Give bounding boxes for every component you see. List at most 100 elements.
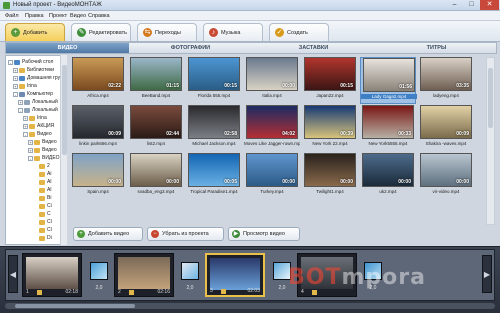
video-item[interactable]: 01:56 Lady Gaga2.mp4 [360,57,417,104]
video-thumbnail[interactable]: 02:44 [130,105,182,139]
video-item[interactable]: 00:15 Japan22.mp4 [302,57,358,104]
video-thumbnail[interactable]: 00:00 [246,57,298,91]
video-thumbnail[interactable]: 00:00 [304,153,356,187]
toolbar-tab-0[interactable]: + Добавить [5,23,65,41]
menu-item-3[interactable]: Видео [70,13,86,19]
toolbar-tab-3[interactable]: ♪ Музыка [203,23,263,41]
video-item[interactable]: 00:00 Twilight1.mp4 [302,153,358,200]
timeline-next-button[interactable]: ▶ [482,255,492,293]
expand-icon[interactable]: + [23,115,28,121]
video-thumbnail[interactable]: 00:00 [72,153,124,187]
tree-item[interactable]: Di [33,234,52,242]
video-thumbnail[interactable]: 00:15 [188,57,240,91]
tab-video[interactable]: ВИДЕО [6,43,129,53]
tree-item[interactable]: + Irina [13,82,37,90]
tree-item[interactable]: + Irina [23,114,47,122]
expand-icon[interactable]: + [28,139,33,145]
tree-item[interactable]: Cl [33,226,52,234]
video-thumbnail[interactable]: 00:33 [362,105,414,139]
video-item[interactable]: 00:05 Tropical Paradise1.mp4 [186,153,242,200]
video-item[interactable]: 00:00 Turkey.mp4 [244,153,300,200]
add-video-button[interactable]: + Добавить видео [73,227,143,241]
folder-tree[interactable]: - Рабочий стол + Библиотеки + Домашняя группа… [5,55,67,245]
video-item[interactable]: 02:58 Michael Jackson.mp4 [186,105,242,152]
tree-item[interactable]: Bi [33,194,51,202]
video-thumbnail[interactable]: 00:00 [246,153,298,187]
video-thumbnail[interactable]: 03:35 [420,57,472,91]
menu-item-1[interactable]: Правка [25,13,44,19]
tree-item[interactable]: 2 [33,162,50,170]
tree-item[interactable]: - ВИДЕО [28,154,60,162]
timeline-scrollbar-thumb[interactable] [15,304,135,308]
video-item[interactable]: 00:00 Italia.mp4 [244,57,300,104]
collapse-icon[interactable]: - [28,155,33,161]
transition-thumbnail[interactable] [181,262,199,280]
tree-item[interactable]: - Локальный [18,106,58,114]
expand-icon[interactable]: + [18,99,23,105]
tab-titles[interactable]: ТИТРЫ [375,43,498,53]
video-item[interactable]: 00:00 uk2.mp4 [360,153,416,200]
video-thumbnail[interactable]: 00:00 [130,153,182,187]
video-thumbnail[interactable]: 01:56 [363,58,415,92]
video-item[interactable]: 02:44 list2.mp4 [128,105,184,152]
collapse-icon[interactable]: - [23,131,28,137]
tree-item[interactable]: Ai [33,170,51,178]
tree-item[interactable]: + Видео [28,146,57,154]
tree-item[interactable]: + Локальный [18,98,58,106]
tree-item[interactable]: Al [33,178,51,186]
video-item[interactable]: 00:15 Florida 555.mp4 [186,57,242,104]
video-thumbnail[interactable]: 02:22 [72,57,124,91]
video-thumbnail[interactable]: 00:05 [188,153,240,187]
tree-item[interactable]: + АКЦИЯ [23,122,54,130]
tree-scrollbar-thumb[interactable] [62,65,67,155]
tab-photos[interactable]: ФОТОГРАФИИ [129,43,252,53]
expand-icon[interactable]: + [13,83,18,89]
timeline-scrollbar[interactable] [5,303,495,309]
video-thumbnail[interactable]: 00:15 [304,57,356,91]
collapse-icon[interactable]: - [18,107,23,113]
tree-item[interactable]: Cl [33,218,52,226]
menu-item-4[interactable]: Справка [88,13,110,19]
remove-from-project-button[interactable]: − Убрать из проекта [147,227,224,241]
video-thumbnail[interactable]: 00:00 [362,153,414,187]
toolbar-tab-1[interactable]: ✎ Редактировать [71,23,131,41]
tree-scrollbar[interactable] [60,55,67,245]
clip-edit-icon[interactable] [221,289,226,294]
tree-item[interactable]: Ci [33,202,52,210]
video-item[interactable]: 00:09 linkin park666.mp4 [70,105,126,152]
expand-icon[interactable]: + [13,75,18,81]
preview-video-button[interactable]: ▶ Просмотр видео [228,227,300,241]
video-thumbnail[interactable]: 00:09 [420,105,472,139]
clip-edit-icon[interactable] [312,290,317,295]
tree-item[interactable]: + Видео [28,138,57,146]
close-button[interactable]: ✕ [480,0,499,10]
menu-item-2[interactable]: Проект [49,13,67,19]
video-item[interactable]: 03:35 ladyeng.mp4 [418,57,474,104]
tree-item[interactable]: - Рабочий стол [8,58,53,66]
toolbar-tab-4[interactable]: ✓ Создать [269,23,329,41]
menu-item-0[interactable]: Файл [5,13,19,19]
tree-item[interactable]: C [33,210,51,218]
video-item[interactable]: 00:39 New York 22.mp4 [302,105,358,152]
video-item[interactable]: 00:00 Spain.mp4 [70,153,126,200]
timeline-clip[interactable]: 2 02:16 [114,253,174,297]
grid-scrollbar[interactable] [486,57,495,225]
transition-thumbnail[interactable] [90,262,108,280]
timeline-clip[interactable]: 3 02:03 [205,253,265,297]
video-item[interactable]: 01:15 BeeBand.mp4 [128,57,184,104]
video-item[interactable]: 02:22 Africa.mp4 [70,57,126,104]
video-item[interactable]: 00:00 vir-video.mp4 [418,153,474,200]
tree-item[interactable]: + Библиотеки [13,66,54,74]
tree-item[interactable]: + Домашняя группа [13,74,66,82]
tree-item[interactable]: - Компьютер [13,90,53,98]
grid-scrollbar-thumb[interactable] [488,68,493,128]
tree-item[interactable]: - Видео [23,130,52,138]
timeline-clip[interactable]: 1 02:18 [22,253,82,297]
video-item[interactable]: 00:00 svadba_eng3.mp4 [128,153,184,200]
video-thumbnail[interactable]: 00:00 [420,153,472,187]
toolbar-tab-2[interactable]: ⇆ Переходы [137,23,197,41]
collapse-icon[interactable]: - [13,91,18,97]
collapse-icon[interactable]: - [8,59,13,65]
clip-edit-icon[interactable] [129,290,134,295]
video-thumbnail[interactable]: 01:15 [130,57,182,91]
